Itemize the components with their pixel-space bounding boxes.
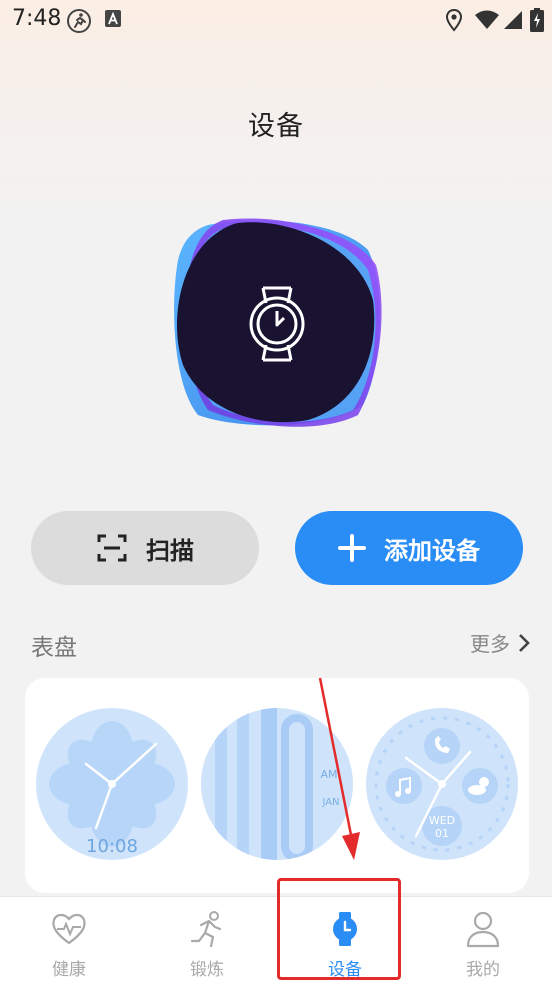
wifi-icon [475,10,499,29]
location-icon [445,8,463,32]
person-icon [466,911,500,948]
chevron-right-icon [519,633,530,652]
face-date-num: 01 [435,827,449,840]
device-hero-illustration [174,218,382,427]
heart-pulse-icon [52,913,86,945]
watch-faces-title: 表盘 [31,635,77,661]
tab-workout[interactable]: 锻炼 [138,897,276,985]
scan-button-label: 扫描 [146,536,194,565]
battery-charging-icon [530,8,544,32]
status-bar: 7:48 [0,0,552,40]
add-device-button[interactable]: 添加设备 [295,511,523,585]
tab-label: 我的 [466,960,500,980]
more-label: 更多 [470,632,510,656]
running-icon [67,9,91,33]
plus-icon [338,534,366,562]
annotation-highlight-box [277,878,401,980]
page-title: 设备 [248,111,304,142]
scan-icon [97,534,127,562]
tab-me[interactable]: 我的 [414,897,552,985]
annotation-arrow [318,677,360,860]
scan-button[interactable]: 扫描 [31,511,259,585]
tab-label: 锻炼 [190,960,224,980]
watch-face-flower[interactable]: 10:08 [36,708,188,860]
add-device-button-label: 添加设备 [384,536,480,565]
signal-icon [504,11,522,29]
bottom-tab-bar: 健康 锻炼 设备 我的 [0,896,552,985]
face-day-text: WED [429,814,455,827]
watch-faces-card: 10:08 AM JAN WED 01 [25,678,529,893]
tab-label: 健康 [52,960,86,980]
face-time-text: 10:08 [86,836,138,857]
runner-icon [190,911,222,948]
watch-faces-more-link[interactable]: 更多 [470,628,530,657]
tab-health[interactable]: 健康 [0,897,138,985]
status-time: 7:48 [12,6,62,31]
watch-face-widgets[interactable]: WED 01 [366,708,518,860]
text-a-icon [105,10,121,27]
